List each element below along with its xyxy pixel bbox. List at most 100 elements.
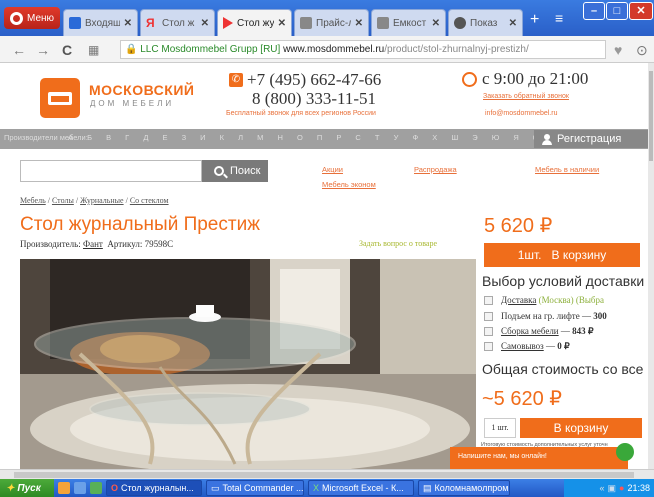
search-button[interactable]: Поиск (202, 160, 268, 182)
breadcrumb-item[interactable]: Журнальные (80, 196, 124, 205)
pickup-checkbox[interactable] (484, 342, 493, 351)
tab-menu-icon[interactable]: ≡ (555, 11, 563, 25)
free-call-note: Бесплатный звонок для всех регионов Росс… (226, 110, 376, 117)
tab-yandex[interactable]: Я Стол ж ✕ (140, 9, 215, 36)
quantity-field[interactable]: 1 шт. (484, 418, 516, 438)
manufacturer-alphabet-bar: Производители мебели: А Б В Г Д Е З И К … (0, 129, 648, 149)
register-button[interactable]: Регистрация (534, 130, 648, 148)
mail-icon (69, 17, 81, 29)
browser-menu-button[interactable]: Меню (4, 7, 60, 29)
quicklaunch-icon[interactable] (90, 482, 102, 494)
phone-primary[interactable]: +7 (495) 662-47-66 (247, 70, 381, 90)
manufacturer-link[interactable]: Фант (83, 239, 103, 249)
article-number: 79598С (144, 239, 174, 249)
security-icon[interactable]: ● (619, 483, 624, 493)
yandex-icon: Я (146, 16, 155, 30)
working-hours: с 9:00 до 21:00 (482, 69, 589, 88)
network-icon[interactable]: ▣ (608, 483, 617, 494)
taskbar-item-total-commander[interactable]: ▭ Total Commander ... (206, 480, 304, 496)
alphabet-letters[interactable]: А Б В Г Д Е З И К Л М Н О П Р С Т У Ф Х … (68, 133, 600, 142)
quicklaunch-icon[interactable] (58, 482, 70, 494)
pickup-option[interactable]: Самовывоз — 0 ₽ (484, 341, 570, 352)
phone-secondary[interactable]: 8 (800) 333-11-51 (252, 89, 376, 109)
user-icon (542, 133, 552, 145)
opera-logo-icon (10, 11, 23, 25)
delivery-checkbox[interactable] (484, 295, 493, 305)
page-icon (300, 17, 312, 29)
breadcrumb-item[interactable]: Столы (52, 196, 74, 205)
back-icon[interactable]: ← (12, 43, 26, 57)
product-image[interactable] (20, 259, 476, 469)
system-tray: « ▣ ● 21:38 (564, 479, 654, 497)
clock[interactable]: 21:38 (627, 483, 650, 493)
taskbar: ✦ Пуск O Стол журналын... ▭ Total Comman… (0, 479, 654, 497)
close-tab-icon[interactable]: ✕ (509, 18, 517, 29)
start-button[interactable]: ✦ Пуск (0, 479, 54, 497)
tab-containers[interactable]: Емкост ✕ (371, 9, 446, 36)
lift-option[interactable]: Подъем на гр. лифте — 300 (484, 311, 607, 321)
add-to-cart-button[interactable]: 1шт. В корзину (484, 243, 640, 267)
breadcrumb-item[interactable]: Мебель (20, 196, 46, 205)
taskbar-item-browser[interactable]: O Стол журналын... (106, 480, 202, 496)
chat-bubble-icon[interactable] (616, 443, 634, 461)
close-tab-icon[interactable]: ✕ (355, 18, 363, 29)
chat-widget[interactable]: Напишите нам, мы онлайн! (450, 447, 628, 469)
total-cost-title: Общая стоимость со все (482, 361, 644, 377)
tab-product[interactable]: Стол жу ✕ (217, 9, 292, 36)
windows-logo-icon: ✦ (6, 482, 15, 494)
add-to-cart-button-2[interactable]: В корзину (520, 418, 642, 438)
browser-titlebar: Меню Входящ ✕ Я Стол ж ✕ Стол жу ✕ Прайс… (0, 0, 654, 36)
close-tab-icon[interactable]: ✕ (278, 18, 286, 29)
url-field[interactable]: 🔒 LLC Mosdommebel Grupp [RU] www.mosdomm… (120, 40, 606, 59)
maximize-button[interactable]: □ (606, 2, 628, 20)
forward-icon[interactable]: → (36, 43, 50, 57)
close-tab-icon[interactable]: ✕ (124, 18, 132, 29)
product-price: 5 620 ₽ (484, 215, 553, 237)
delivery-option[interactable]: Доставка (Москва) (Выбра (484, 295, 604, 305)
email-link[interactable]: info@mosdommebel.ru (485, 110, 557, 117)
assembly-checkbox[interactable] (484, 327, 493, 336)
close-window-button[interactable]: ✕ (629, 2, 653, 20)
download-icon[interactable]: ⊙ (636, 43, 648, 57)
page-icon (454, 17, 466, 29)
vertical-scrollbar[interactable] (648, 63, 654, 469)
link-in-stock[interactable]: Мебель в наличии (535, 165, 599, 174)
link-economy[interactable]: Мебель эконом (322, 180, 376, 189)
page-icon (377, 17, 389, 29)
tab-mail[interactable]: Входящ ✕ (63, 9, 138, 36)
bookmark-heart-icon[interactable]: ♥ (614, 43, 622, 57)
link-sales[interactable]: Акции (322, 165, 343, 174)
web-page: МОСКОВСКИЙ ДОМ МЕБЕЛИ ✆ +7 (495) 662-47-… (0, 63, 648, 469)
speed-dial-icon[interactable]: ▦ (88, 43, 99, 57)
tray-icon[interactable]: « (600, 483, 605, 493)
tab-show[interactable]: Показ ✕ (448, 9, 523, 36)
minimize-button[interactable]: – (583, 2, 605, 20)
horizontal-scrollbar[interactable] (0, 469, 654, 479)
search-input[interactable] (20, 160, 202, 182)
folder-icon: ▭ (211, 482, 220, 493)
total-price: ~5 620 ₽ (482, 388, 563, 410)
callback-link[interactable]: Заказать обратный звонок (483, 93, 569, 100)
close-tab-icon[interactable]: ✕ (432, 18, 440, 29)
link-clearance[interactable]: Распродажа (414, 165, 457, 174)
taskbar-item-document[interactable]: ▤ Коломнамолпром... (418, 480, 510, 496)
close-tab-icon[interactable]: ✕ (201, 18, 209, 29)
assembly-option[interactable]: Сборка мебели — 843 ₽ (484, 326, 594, 337)
page-title: Стол журнальный Престиж (20, 214, 260, 235)
menu-label: Меню (27, 12, 55, 24)
reload-icon[interactable]: C (62, 43, 72, 57)
tab-price-list[interactable]: Прайс-л ✕ (294, 9, 369, 36)
breadcrumb-item[interactable]: Со стеклом (130, 196, 169, 205)
breadcrumb: Мебель / Столы / Журнальные / Со стеклом (20, 196, 169, 205)
coffee-table-photo (20, 259, 476, 469)
youtube-icon (223, 17, 233, 29)
quicklaunch-icon[interactable] (74, 482, 86, 494)
new-tab-button[interactable]: + (530, 12, 539, 28)
ask-question-link[interactable]: Задать вопрос о товаре (359, 239, 437, 248)
lift-checkbox[interactable] (484, 311, 493, 321)
taskbar-item-excel[interactable]: X Microsoft Excel - К... (308, 480, 414, 496)
logo-icon[interactable] (40, 78, 80, 118)
excel-icon: X (313, 483, 320, 493)
address-bar: ← → C ▦ 🔒 LLC Mosdommebel Grupp [RU] www… (0, 36, 654, 63)
brand-name[interactable]: МОСКОВСКИЙ (89, 82, 194, 98)
